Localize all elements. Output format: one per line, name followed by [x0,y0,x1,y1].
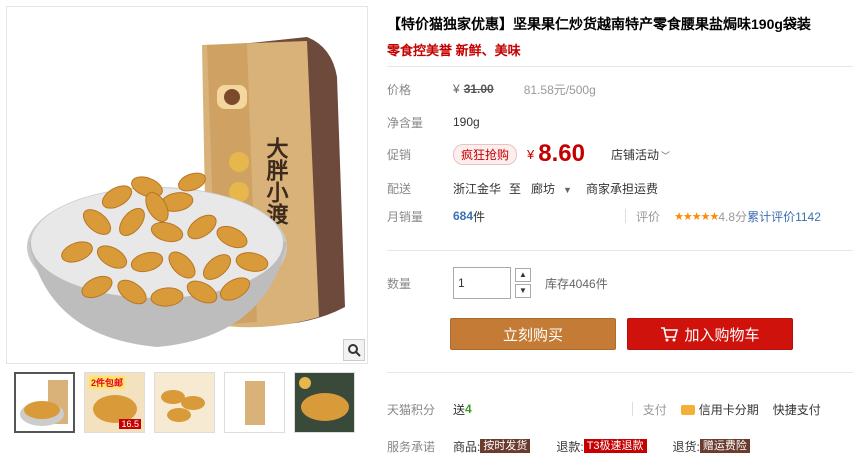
stock-count: 库存4046件 [545,276,608,291]
zoom-button[interactable] [343,339,365,361]
thumbnail-badge: 2件包邮 [89,376,126,389]
points-amount: 4 [465,402,472,416]
thumbnail-strip: 2件包邮 16.5 [14,372,366,438]
fast-pay-option[interactable]: 快捷支付 [773,401,821,418]
sales-row: 月销量 684 件 评价 ★★★★★ 4.8分 累计评价1142 [387,205,853,227]
promotion-price: 8.60 [538,140,585,167]
caret-down-icon: ▼ [563,184,572,195]
currency-symbol: ¥ [453,82,460,96]
destination-label: 廊坊 [531,181,556,196]
credit-card-option[interactable]: 信用卡分期 [680,401,759,418]
delivery-row: 配送 浙江金华 至 廊坊 ▼ 商家承担运费 [387,177,658,199]
thumbnail-4[interactable] [224,372,285,433]
price-label: 价格 [387,82,412,97]
payment-label: 支付 [642,402,667,417]
net-weight-row: 净含量 190g [387,111,480,133]
monthly-sales-label: 月销量 [387,209,424,224]
thumbnail-price: 16.5 [119,419,141,429]
divider [387,66,853,67]
return-label: 退货: [672,439,700,454]
net-weight-label: 净含量 [387,115,424,130]
add-to-cart-button[interactable]: 加入购物车 [627,318,793,350]
net-weight-value: 190g [453,115,480,129]
refund-label: 退款: [556,439,584,454]
store-activity-label: 店铺活动 [610,147,659,162]
goods-label: 商品: [453,439,481,454]
original-price: ¥31.00 [453,82,494,96]
review-label: 评价 [636,209,661,224]
promotion-tag: 疯狂抢购 [453,143,518,165]
store-activity-dropdown[interactable]: 店铺活动 ﹀ [611,146,670,163]
shipping-note: 商家承担运费 [585,181,658,196]
quantity-label: 数量 [387,276,412,291]
points-give-word: 送 [453,402,466,417]
points-row: 天猫积分 送 4 支付 信用卡分期 快捷支付 [387,398,853,420]
product-title: 【特价猫独家优惠】坚果果仁炒货越南特产零食腰果盐焗味190g袋装 [387,16,811,32]
rating-score: 4.8分 [718,209,748,224]
magnifier-icon [348,344,361,357]
review-count-link[interactable]: 累计评价1142 [747,208,821,225]
promotion-label: 促销 [387,147,412,162]
destination-selector[interactable]: 廊坊 ▼ [531,180,572,197]
thumbnail-5[interactable] [294,372,355,433]
increase-button[interactable]: ▲ [515,268,531,282]
thumbnail-image [20,380,68,426]
delivery-label: 配送 [387,181,412,196]
product-photo: 大胖小渡 [27,37,345,347]
thumbnail-image [155,373,214,432]
price-row: 价格 ¥31.00 81.58元/500g [387,78,596,100]
promotion-row: 促销 疯狂抢购 ¥ 8.60 店铺活动 ﹀ [387,140,670,168]
original-price-value: 31.00 [463,82,494,96]
bag-title-text: 大胖小渡 [263,137,289,226]
service-promise-label: 服务承诺 [387,439,436,454]
quantity-row: 数量 ▲ ▼ 库存4046件 [387,266,608,300]
decrease-button[interactable]: ▼ [515,284,531,298]
chevron-down-icon: ﹀ [660,150,670,161]
quantity-buttons: ▲ ▼ [515,268,531,298]
product-info-panel: 【特价猫独家优惠】坚果果仁炒货越南特产零食腰果盐焗味190g袋装 零食控美誉 新… [387,0,853,463]
thumbnail-image [295,373,354,432]
divider [387,250,853,251]
divider [625,209,627,223]
monthly-sales-unit: 件 [473,209,486,224]
product-subtitle: 零食控美誉 新鲜、美味 [387,43,521,58]
fast-refund-tag[interactable]: T3极速退款 [583,439,647,453]
buy-now-button[interactable]: 立刻购买 [450,318,616,350]
unit-price: 81.58元/500g [523,82,596,97]
thumbnail-image [225,373,284,432]
cart-icon [661,327,679,342]
quantity-stepper: ▲ ▼ [453,267,531,299]
monthly-sales-count: 684 [453,209,474,223]
thumbnail-1[interactable] [14,372,75,433]
divider [631,402,633,416]
divider [387,372,853,373]
credit-card-icon [680,405,695,416]
product-gallery: 大胖小渡 2件包邮 16.5 [6,6,368,461]
return-insurance-tag[interactable]: 赠运费险 [699,439,750,453]
credit-card-label: 信用卡分期 [698,402,759,417]
buy-now-label: 立刻购买 [502,326,563,344]
on-time-delivery-tag[interactable]: 按时发货 [480,439,531,453]
delivery-from: 浙江金华 [453,181,502,196]
tmall-points-label: 天猫积分 [387,402,436,417]
quantity-input[interactable] [453,267,511,299]
rating-stars: ★★★★★ [674,210,719,223]
delivery-to-word: 至 [509,181,522,196]
thumbnail-2[interactable]: 2件包邮 16.5 [84,372,145,433]
add-to-cart-label: 加入购物车 [684,326,760,344]
main-product-image[interactable]: 大胖小渡 [6,6,368,364]
thumbnail-3[interactable] [154,372,215,433]
service-promise-row: 服务承诺 商品: 按时发货 退款: T3极速退款 退货: 赠运费险 [387,435,853,457]
promo-currency-symbol: ¥ [527,146,535,162]
